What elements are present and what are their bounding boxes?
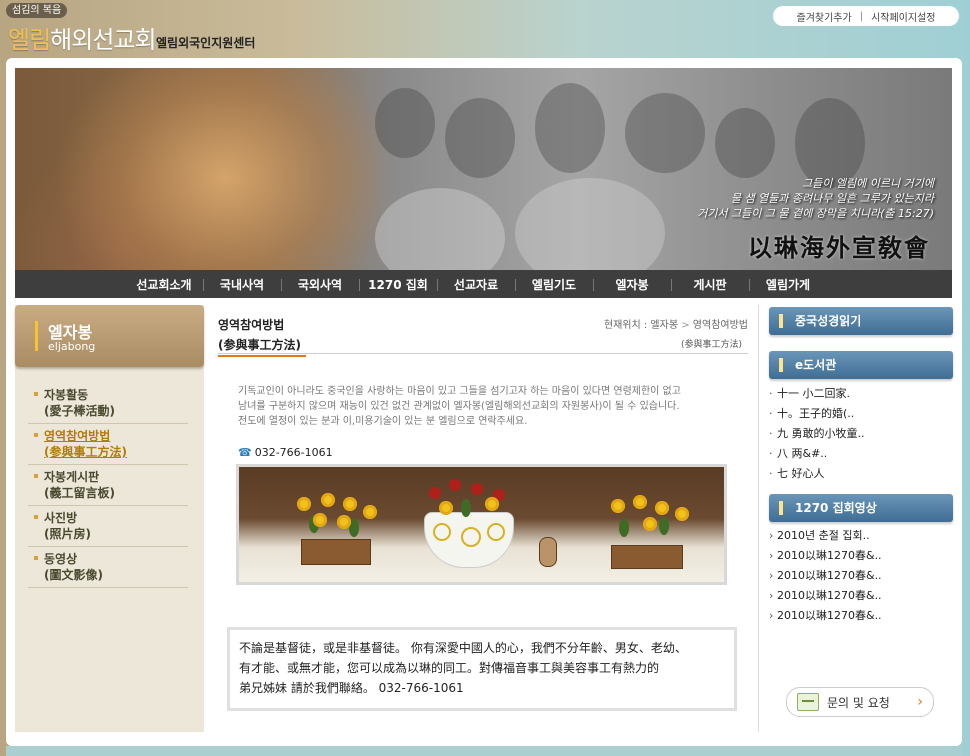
side-item-label: 자봉게시판 (44, 470, 100, 484)
nav-item-shop[interactable]: 엘림가게 (749, 276, 827, 293)
nav-item-overseas[interactable]: 국외사역 (281, 276, 359, 293)
chinese-line: 有才能、或無才能，您可以成為以琳的同工。對傳福音事工與美容事工有熱力的 (239, 661, 660, 675)
breadcrumb-parent[interactable]: 현재위치 : 엘자봉 (604, 320, 678, 331)
banner-quote-line: 그들이 엘림에 이르니 거기에 (802, 177, 934, 190)
section-accent-bar (35, 321, 38, 351)
chevron-right-icon: › (917, 694, 923, 710)
ebook-heading[interactable]: e도서관 (769, 351, 953, 379)
bookmark-link[interactable]: 즐겨찾기추가 (797, 9, 852, 24)
side-item-videos[interactable]: 동영상 (圖文影像) (28, 547, 188, 588)
link-separator: | (859, 10, 864, 22)
nav-item-materials[interactable]: 선교자료 (437, 276, 515, 293)
video-heading[interactable]: 1270 집회영상 (769, 494, 953, 522)
site-header: 섬김의 복음 엘림해외선교회 엘림외국인지원센터 즐겨찾기추가 | 시작페이지설… (0, 0, 970, 58)
side-item-label: 자봉활동 (44, 388, 89, 402)
chinese-line: 弟兄姊妹 請於我們聯絡。 032-766-1061 (239, 681, 464, 695)
banner-quote-line: 물 샘 열둘과 종려나무 일흔 그루가 있는지라 (730, 192, 934, 205)
right-sidebar: 중국성경읽기 e도서관 十一 小二回家. 十。王子的婚(.. 九 勇敢的小牧童.… (758, 305, 958, 732)
title-divider (218, 353, 748, 354)
banner-quote-line: 거기서 그들이 그 물 곁에 장막을 치니라(출 15:27) (697, 207, 934, 220)
top-links: 즐겨찾기추가 | 시작페이지설정 (773, 6, 959, 26)
breadcrumb-sub: (参與事工方法) (680, 340, 742, 350)
breadcrumb-current: 영역참여방법 (692, 320, 748, 331)
nav-item-domestic[interactable]: 국내사역 (203, 276, 281, 293)
side-menu: 자봉활동 (愛子棒活動) 영역참여방법 (参與事工方法) 자봉게시판 (義工留言… (28, 383, 188, 588)
side-item-board[interactable]: 자봉게시판 (義工留言板) (28, 465, 188, 506)
side-item-label: 동영상 (44, 552, 78, 566)
main-content: 영역참여방법 (参與事工方法) 현재위치 : 엘자봉 > 영역참여방법 (参與事… (218, 316, 748, 711)
site-subtitle: 엘림외국인지원센터 (156, 36, 256, 50)
intro-text: 기독교인이 아니라도 중국인을 사랑하는 마음이 있고 그들을 섬기고자 하는 … (238, 384, 718, 429)
intro-line: 남녀를 구분하지 않으며 재능이 있건 없건 관계없이 엘자봉(엘림해외선교회의… (238, 401, 680, 412)
video-item[interactable]: 2010以琳1270春&.. (769, 606, 953, 626)
nav-item-about[interactable]: 선교회소개 (125, 276, 203, 293)
side-item-sub: (参與事工方法) (44, 445, 127, 459)
section-header: 엘자봉 eljabong (15, 305, 204, 367)
ebook-list: 十一 小二回家. 十。王子的婚(.. 九 勇敢的小牧童.. 八 两&#.. 七 … (769, 384, 953, 484)
video-item[interactable]: 2010以琳1270春&.. (769, 566, 953, 586)
side-item-sub: (愛子棒活動) (44, 404, 115, 418)
side-item-participation[interactable]: 영역참여방법 (参與事工方法) (28, 424, 188, 465)
ebook-item[interactable]: 七 好心人 (769, 464, 953, 484)
note-icon (797, 693, 819, 711)
breadcrumb: 현재위치 : 엘자봉 > 영역참여방법 (604, 316, 748, 331)
side-item-label: 사진방 (44, 511, 78, 525)
set-homepage-link[interactable]: 시작페이지설정 (871, 9, 935, 24)
side-item-sub: (圖文影像) (44, 568, 103, 582)
footer-band (6, 746, 962, 756)
side-item-sub: (照片房) (44, 527, 91, 541)
left-sidebar: 엘자봉 eljabong 자봉활동 (愛子棒活動) 영역참여방법 (参與事工方法… (15, 305, 204, 732)
phone-number: 032-766-1061 (254, 446, 333, 459)
site-title-rest: 해외선교회 (50, 26, 156, 54)
side-item-label: 영역참여방법 (44, 429, 111, 443)
site-title-accent: 엘림 (8, 26, 51, 54)
banner-quote: 그들이 엘림에 이르니 거기에 물 샘 열둘과 종려나무 일흔 그루가 있는지라… (674, 176, 934, 221)
video-item[interactable]: 2010년 춘절 집회.. (769, 526, 953, 546)
inquiry-label: 문의 및 요청 (827, 695, 890, 710)
intro-line: 기독교인이 아니라도 중국인을 사랑하는 마음이 있고 그들을 섬기고자 하는 … (238, 386, 681, 397)
main-nav: 선교회소개 국내사역 국외사역 1270 집회 선교자료 엘림기도 엘자봉 게시… (15, 270, 952, 298)
breadcrumb-separator: > (681, 320, 693, 331)
video-item[interactable]: 2010以琳1270春&.. (769, 546, 953, 566)
site-logo-title[interactable]: 엘림해외선교회 (8, 20, 157, 55)
phone-icon: ☎ (238, 446, 252, 459)
chinese-notice: 不論是基督徒，或是非基督徒。 你有深愛中國人的心，我們不分年齡、男女、老幼、 有… (227, 627, 737, 711)
banner-image: 그들이 엘림에 이르니 거기에 물 샘 열둘과 종려나무 일흔 그루가 있는지라… (15, 68, 952, 270)
nav-item-1270[interactable]: 1270 집회 (359, 276, 437, 293)
video-list: 2010년 춘절 집회.. 2010以琳1270春&.. 2010以琳1270春… (769, 526, 953, 626)
phone-contact: ☎ 032-766-1061 (238, 446, 333, 459)
side-item-sub: (義工留言板) (44, 486, 115, 500)
nav-item-board[interactable]: 게시판 (671, 276, 749, 293)
nav-item-eljabong[interactable]: 엘자봉 (593, 276, 671, 293)
site-tagline: 섬김의 복음 (6, 3, 68, 18)
ebook-item[interactable]: 八 两&#.. (769, 444, 953, 464)
flowers-photo (236, 464, 727, 585)
ebook-item[interactable]: 十一 小二回家. (769, 384, 953, 404)
intro-line: 전도에 열정이 있는 분과 이,미용기술이 있는 분 엘림으로 연락주세요. (238, 416, 528, 427)
side-item-activities[interactable]: 자봉활동 (愛子棒活動) (28, 383, 188, 424)
ebook-item[interactable]: 十。王子的婚(.. (769, 404, 953, 424)
inquiry-button[interactable]: 문의 및 요청 › (786, 687, 934, 717)
chinese-line: 不論是基督徒，或是非基督徒。 你有深愛中國人的心，我們不分年齡、男女、老幼、 (239, 641, 687, 655)
video-item[interactable]: 2010以琳1270春&.. (769, 586, 953, 606)
nav-item-prayer[interactable]: 엘림기도 (515, 276, 593, 293)
ebook-item[interactable]: 九 勇敢的小牧童.. (769, 424, 953, 444)
banner-hanja-title: 以琳海外宣敎會 (748, 233, 930, 262)
side-item-photos[interactable]: 사진방 (照片房) (28, 506, 188, 547)
bible-reading-heading[interactable]: 중국성경읽기 (769, 307, 953, 335)
section-english-title: eljabong (48, 340, 96, 353)
